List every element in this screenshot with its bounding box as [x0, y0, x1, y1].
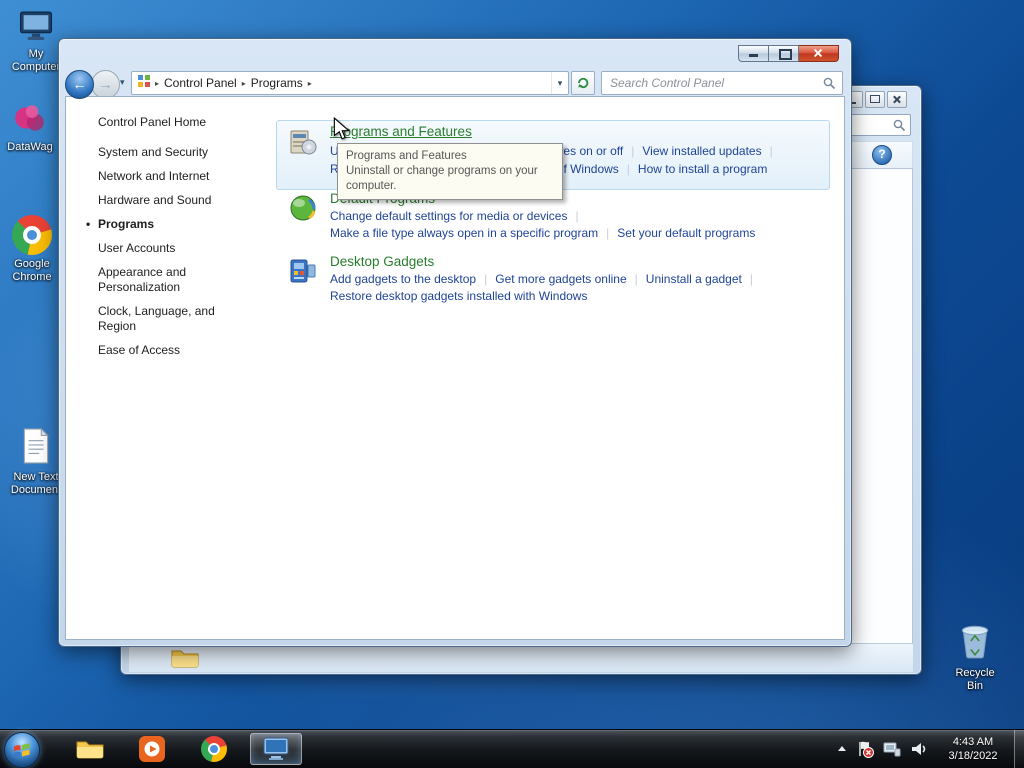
- task-link-view-installed-updates[interactable]: View installed updates: [642, 144, 780, 158]
- desktop-icon-label: Google Chrome: [12, 258, 52, 283]
- task-row: Add gadgets to the desktopGet more gadge…: [330, 272, 761, 286]
- maximize-button[interactable]: [769, 45, 799, 62]
- breadcrumb-separator-icon: ▸: [307, 78, 312, 88]
- desktop-icon-label: New Text Document: [10, 471, 62, 496]
- desktop-icon-datawag[interactable]: DataWag: [2, 100, 58, 154]
- background-window-details-pane: [129, 643, 913, 672]
- taskbar-button-control-panel-active[interactable]: [250, 733, 302, 765]
- sidebar-item-appearance-and-personalization[interactable]: Appearance and Personalization: [98, 265, 248, 295]
- control-panel-window: ← → ▾ ▸ Control Panel ▸ Programs ▸ ▾ Con…: [58, 38, 852, 647]
- recycle-bin-icon: [947, 620, 1003, 664]
- taskbar-button-media-player[interactable]: [126, 733, 178, 765]
- task-link-add-gadgets[interactable]: Add gadgets to the desktop: [330, 272, 495, 286]
- system-tray: [837, 730, 928, 768]
- start-button[interactable]: [4, 732, 40, 768]
- breadcrumb-dropdown-icon[interactable]: ▾: [551, 72, 568, 94]
- forward-button[interactable]: →: [91, 70, 120, 99]
- search-box: [601, 71, 843, 95]
- tooltip-title: Programs and Features: [346, 150, 467, 162]
- tooltip: Programs and Features Uninstall or chang…: [337, 143, 563, 200]
- task-link-get-more-gadgets[interactable]: Get more gadgets online: [495, 272, 646, 286]
- active-window-icon: [263, 737, 289, 760]
- folder-icon: [171, 646, 199, 675]
- taskbar-clock[interactable]: 4:43 AM 3/18/2022: [938, 735, 1008, 763]
- desktop: My Computer DataWag Google Chrome New Te…: [0, 0, 1024, 768]
- action-center-flag-icon[interactable]: [856, 740, 874, 758]
- help-icon[interactable]: [872, 145, 892, 165]
- tooltip-body: Uninstall or change programs on your com…: [346, 165, 538, 192]
- desktop-icon-new-text-document[interactable]: New Text Document: [8, 427, 64, 497]
- category-link-desktop-gadgets[interactable]: Desktop Gadgets: [330, 254, 434, 269]
- sidebar-item-clock-language-region[interactable]: Clock, Language, and Region: [98, 304, 248, 334]
- refresh-button[interactable]: [571, 71, 595, 95]
- breadcrumb[interactable]: ▸ Control Panel ▸ Programs ▸ ▾: [131, 71, 569, 95]
- sidebar-item-ease-of-access[interactable]: Ease of Access: [98, 343, 248, 358]
- back-button[interactable]: ←: [65, 70, 94, 99]
- control-panel-icon: [137, 74, 151, 93]
- taskbar-button-chrome[interactable]: [188, 733, 240, 765]
- sidebar-item-programs-current[interactable]: Programs: [86, 217, 248, 232]
- background-window-caption-buttons: [843, 91, 907, 108]
- caption-buttons: [738, 45, 839, 62]
- desktop-icon-label: Recycle Bin: [955, 667, 995, 692]
- text-document-icon: [8, 427, 64, 468]
- desktop-icon-my-computer[interactable]: My Computer: [8, 10, 64, 74]
- task-link-how-to-install[interactable]: How to install a program: [638, 162, 767, 176]
- show-desktop-button[interactable]: [1014, 730, 1024, 768]
- explorer-folder-icon: [76, 741, 104, 759]
- search-icon: [893, 119, 906, 132]
- close-button[interactable]: [887, 91, 907, 108]
- task-row: Restore desktop gadgets installed with W…: [330, 289, 587, 303]
- desktop-icon-label: DataWag: [7, 141, 53, 153]
- taskbar-buttons: [64, 733, 302, 765]
- task-link-file-type-association[interactable]: Make a file type always open in a specif…: [330, 226, 617, 240]
- network-icon[interactable]: [883, 741, 901, 757]
- maximize-button[interactable]: [865, 91, 885, 108]
- task-row: Make a file type always open in a specif…: [330, 226, 755, 240]
- programs-and-features-icon[interactable]: [289, 128, 317, 156]
- close-button[interactable]: [799, 45, 839, 62]
- media-player-icon: [139, 736, 165, 762]
- task-link-change-default-settings[interactable]: Change default settings for media or dev…: [330, 209, 587, 223]
- breadcrumb-item-control-panel[interactable]: Control Panel: [159, 76, 242, 90]
- clock-date: 3/18/2022: [948, 750, 998, 762]
- volume-icon[interactable]: [910, 741, 928, 757]
- sidebar-item-network-and-internet[interactable]: Network and Internet: [98, 169, 248, 184]
- breadcrumb-item-programs[interactable]: Programs: [246, 76, 308, 90]
- desktop-gadgets-icon[interactable]: [289, 257, 317, 285]
- desktop-icon-recycle-bin[interactable]: Recycle Bin: [947, 620, 1003, 693]
- taskbar-button-explorer[interactable]: [64, 733, 116, 765]
- chrome-icon: [201, 736, 227, 762]
- sidebar: Control Panel Home System and Security N…: [66, 97, 269, 639]
- recent-pages-chevron-icon[interactable]: ▾: [120, 77, 125, 88]
- search-input[interactable]: [602, 72, 824, 94]
- taskbar: 4:43 AM 3/18/2022: [0, 729, 1024, 768]
- task-link-uninstall-a-gadget[interactable]: Uninstall a gadget: [646, 272, 761, 286]
- sidebar-item-system-and-security[interactable]: System and Security: [98, 145, 248, 160]
- search-icon: [823, 77, 836, 90]
- task-row: Change default settings for media or dev…: [330, 209, 587, 223]
- mouse-cursor-icon: [332, 116, 352, 146]
- clock-time: 4:43 AM: [952, 736, 994, 748]
- sidebar-item-user-accounts[interactable]: User Accounts: [98, 241, 248, 256]
- datawag-icon: [11, 100, 49, 138]
- my-computer-icon: [8, 10, 64, 45]
- task-link-set-default-programs[interactable]: Set your default programs: [617, 226, 755, 240]
- sidebar-item-control-panel-home[interactable]: Control Panel Home: [98, 115, 268, 129]
- chrome-icon: [12, 215, 52, 255]
- show-hidden-icons-chevron-icon[interactable]: [837, 745, 847, 753]
- sidebar-item-hardware-and-sound[interactable]: Hardware and Sound: [98, 193, 248, 208]
- minimize-button[interactable]: [738, 45, 769, 62]
- task-link-restore-gadgets[interactable]: Restore desktop gadgets installed with W…: [330, 289, 587, 303]
- default-programs-icon[interactable]: [289, 194, 317, 222]
- windows-flag-icon: [14, 743, 30, 758]
- desktop-icon-label: My Computer: [11, 48, 61, 73]
- desktop-icon-google-chrome[interactable]: Google Chrome: [4, 215, 60, 284]
